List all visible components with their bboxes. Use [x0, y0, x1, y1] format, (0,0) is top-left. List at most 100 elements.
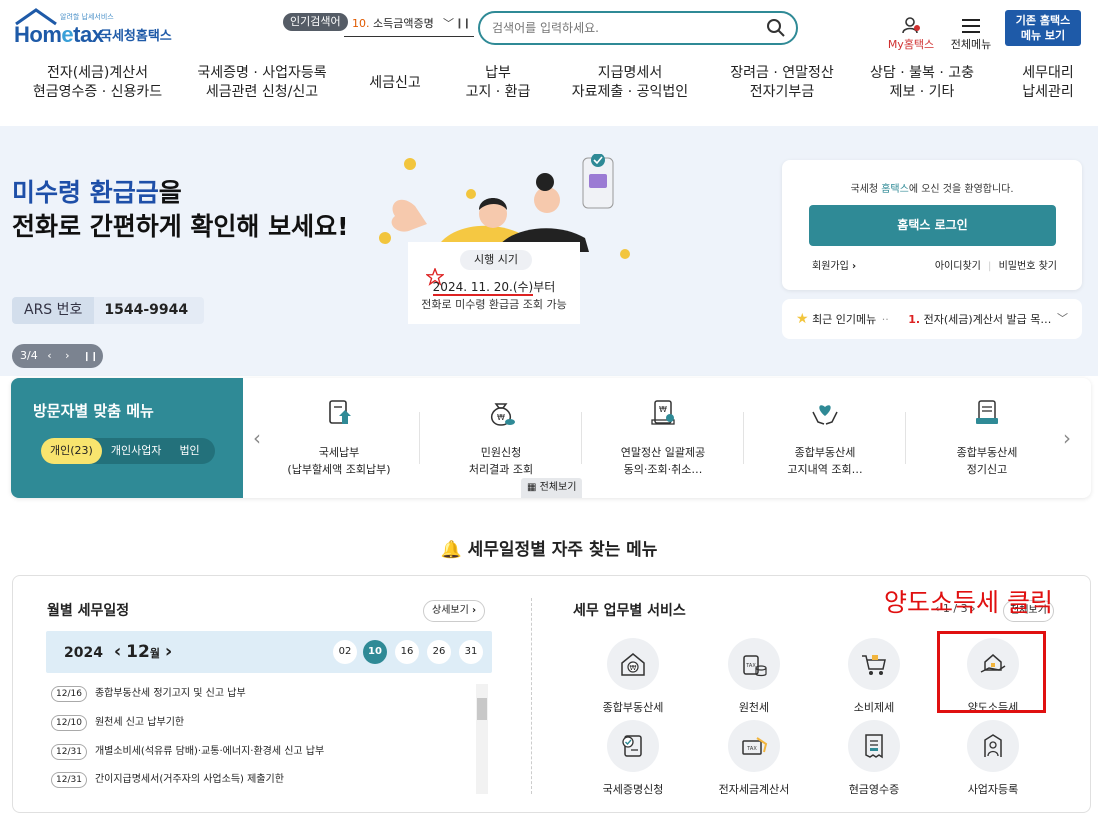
day-chip[interactable]: 02 [333, 640, 357, 664]
chevron-right-icon: › [472, 605, 477, 616]
service-icon-circle: TAX [728, 720, 780, 772]
schedule-text: 개별소비세(석유류 담배)·교통·에너지·환경세 신고 납부 [94, 746, 325, 757]
search-icon[interactable] [766, 18, 786, 38]
gnb-consult[interactable]: 상담 · 불복 · 고충 제보 · 기타 [866, 64, 978, 102]
day-chip[interactable]: 31 [459, 640, 483, 664]
pause-icon[interactable]: ❙❙ [83, 352, 98, 362]
chevron-down-icon[interactable]: ﹀ [443, 13, 454, 35]
search-box [478, 11, 798, 45]
tab-corporation[interactable]: 법인 [170, 438, 208, 464]
visitor-item-line1: 연말정산 일괄제공 [620, 446, 706, 459]
popular-search-select[interactable]: 10. 소득금액증명 ﹀ ❙❙ [344, 13, 474, 37]
visitor-item-line1: 민원신청 [480, 446, 522, 459]
gnb-tax-agent[interactable]: 세무대리 납세관리 [1010, 64, 1086, 102]
detail-view-label: 상세보기 [432, 605, 469, 616]
prev-month-icon[interactable]: ‹ [114, 641, 121, 662]
visitor-item-property-tax-report[interactable]: 종합부동산세 정기신고 [907, 398, 1067, 478]
notice-card: 시행 시기 2024. 11. 20.(수)부터 전화로 미수령 환급금 조회 … [408, 242, 580, 324]
visitor-item-line2: (납부할세액 조회납부) [287, 463, 391, 476]
popular-search-term: 소득금액증명 [373, 17, 434, 30]
annotation-text: 양도소득세 클릭 [884, 588, 1053, 617]
visitor-item-line1: 종합부동산세 [794, 446, 856, 459]
service-label: 원천세 [738, 701, 770, 714]
signup-link[interactable]: 회원가입 › [812, 261, 856, 272]
heart-hands-icon [812, 405, 838, 425]
notice-date-value: 2024. 11. 20.(수) [432, 280, 534, 296]
next-slide-icon[interactable]: › [65, 349, 69, 362]
document-stamp-icon: ₩ [651, 400, 675, 425]
next-arrow-icon[interactable]: › [1063, 426, 1071, 450]
house-won-icon: ₩ [621, 653, 645, 676]
login-card: 국세청 홈택스에 오신 것을 환영합니다. 홈택스 로그인 회원가입 › 아이디… [782, 160, 1082, 290]
day-chip[interactable]: 26 [427, 640, 451, 664]
hometax-login-button[interactable]: 홈택스 로그인 [809, 205, 1056, 246]
svg-text:TAX: TAX [745, 663, 756, 669]
pause-icon[interactable]: ❙❙ [455, 13, 471, 35]
service-consumption-tax[interactable]: 소비제세 [814, 638, 934, 715]
detail-view-button[interactable]: 상세보기 › [423, 600, 486, 622]
schedule-text: 원천세 신고 납부기한 [94, 717, 185, 728]
old-menu-line2: 메뉴 보기 [1020, 29, 1066, 42]
visitor-item-year-end[interactable]: ₩ 연말정산 일괄제공 동의·조회·취소… [583, 398, 743, 478]
gnb-label: 상담 · 불복 · 고충 [870, 65, 974, 81]
find-id-link[interactable]: 아이디찾기 [935, 261, 981, 272]
chevron-right-icon: › [852, 261, 857, 272]
visitor-item-property-tax-notice[interactable]: 종합부동산세 고지내역 조회… [745, 398, 905, 478]
gnb-tax-report[interactable]: 세금신고 [360, 74, 430, 93]
popular-search-badge: 인기검색어 [283, 13, 348, 31]
recent-popular-menu[interactable]: ★ 최근 인기메뉴 ·· 1. 전자(세금)계산서 발급 목… ﹀ [782, 299, 1082, 339]
ellipsis-icon: ·· [881, 313, 889, 326]
highlight-box [937, 631, 1046, 713]
service-icon-circle [848, 638, 900, 690]
service-business-registration[interactable]: 사업자등록 [933, 720, 1053, 797]
schedule-item[interactable]: 12/16 종합부동산세 정기고지 및 신고 납부 [51, 684, 246, 702]
search-input[interactable] [492, 19, 762, 37]
my-hometax-button[interactable]: My홈택스 [886, 16, 936, 52]
hamburger-icon [962, 19, 980, 33]
service-icon-circle: ₩ [607, 638, 659, 690]
day-chip[interactable]: 16 [395, 640, 419, 664]
popular-search-rank: 10. [352, 17, 370, 30]
schedule-scrollbar[interactable] [476, 684, 488, 794]
gnb-payment[interactable]: 납부 고지 · 환급 [458, 64, 538, 102]
visitor-item-label: 민원신청 처리결과 조회 [421, 444, 581, 478]
visitor-item-tax-payment[interactable]: 국세납부 (납부할세액 조회납부) [259, 398, 419, 478]
scrollbar-thumb[interactable] [477, 698, 487, 720]
find-password-link[interactable]: 비밀번호 찾기 [999, 261, 1057, 272]
service-label: 종합부동산세 [602, 701, 664, 714]
gnb-year-end[interactable]: 장려금 · 연말정산 전자기부금 [722, 64, 842, 102]
schedule-item[interactable]: 12/10 원천세 신고 납부기한 [51, 713, 184, 731]
visitor-item-label: 종합부동산세 정기신고 [907, 444, 1067, 478]
old-menu-view-button[interactable]: 기존 홈택스 메뉴 보기 [1005, 10, 1081, 46]
service-cash-receipt[interactable]: 현금영수증 [814, 720, 934, 797]
view-all-button[interactable]: ▦ 전체보기 [521, 478, 583, 498]
logo-korean: 국세청홈택스 [100, 29, 172, 44]
divider [581, 412, 582, 464]
day-chip-selected[interactable]: 10 [363, 640, 387, 664]
visitor-menu-header: 방문자별 맞춤 메뉴 개인(23) 개인사업자 법인 [11, 378, 243, 498]
next-month-icon[interactable]: › [165, 641, 172, 662]
shopping-cart-icon [862, 655, 886, 675]
svg-text:₩: ₩ [659, 405, 667, 414]
hometax-logo[interactable]: 알려할 납세서비스 Hometax 국세청홈택스 [12, 8, 177, 47]
schedule-date: 12/31 [51, 744, 87, 760]
visitor-item-label: 국세납부 (납부할세액 조회납부) [259, 444, 419, 478]
calendar-year-month: 2024 ‹ 12월 › [64, 641, 172, 662]
schedule-item[interactable]: 12/31 개별소비세(석유류 담배)·교통·에너지·환경세 신고 납부 [51, 742, 324, 760]
all-menu-button[interactable]: 전체메뉴 [948, 16, 994, 52]
service-comprehensive-property-tax[interactable]: ₩ 종합부동산세 [573, 638, 693, 715]
my-hometax-label: My홈택스 [887, 38, 935, 51]
tab-sole-proprietor[interactable]: 개인사업자 [102, 438, 171, 464]
notice-date: 2024. 11. 20.(수)부터 [408, 278, 580, 296]
service-tax-certificate[interactable]: 국세증명신청 [573, 720, 693, 797]
chevron-down-icon[interactable]: ﹀ [1057, 299, 1068, 339]
tab-individual[interactable]: 개인(23) [41, 438, 102, 464]
schedule-item[interactable]: 12/31 간이지급명세서(거주자의 사업소득) 제출기한 [51, 770, 284, 788]
service-e-tax-invoice[interactable]: TAX 전자세금계산서 [694, 720, 814, 797]
gnb-certificate[interactable]: 국세증명 · 사업자등록 세금관련 신청/신고 [192, 64, 332, 102]
service-withholding-tax[interactable]: TAX 원천세 [694, 638, 814, 715]
prev-slide-icon[interactable]: ‹ [47, 349, 51, 362]
visitor-item-civil-application[interactable]: ₩ 민원신청 처리결과 조회 [421, 398, 581, 478]
gnb-e-invoice[interactable]: 전자(세금)계산서 현금영수증 · 신용카드 [30, 64, 165, 102]
gnb-payment-statement[interactable]: 지급명세서 자료제출 · 공익법인 [565, 64, 695, 102]
